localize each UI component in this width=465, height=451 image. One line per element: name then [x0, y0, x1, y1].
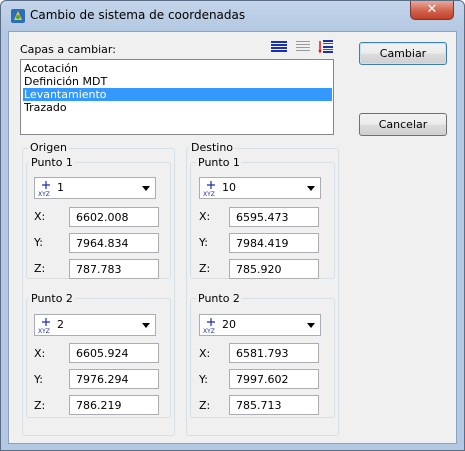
destino-punto1-z-field[interactable]: 785.920 [229, 259, 319, 279]
destino-punto1-x-field[interactable]: 6595.473 [229, 207, 319, 227]
destino-punto1-combo[interactable]: XYZ 10 [199, 177, 321, 199]
chevron-down-icon[interactable] [142, 323, 150, 328]
window-title: Cambio de sistema de coordenadas [30, 8, 246, 22]
close-icon: ✕ [426, 2, 438, 17]
origen-punto2-z-field[interactable]: 786.219 [69, 395, 159, 415]
chevron-down-icon[interactable] [307, 186, 315, 191]
dialog-client: Capas a cambiar: Acotación Definición MD… [8, 31, 457, 444]
list-item[interactable]: Definición MDT [23, 75, 332, 88]
origen-punto2-combo[interactable]: XYZ 2 [34, 314, 156, 336]
destino-punto2-x-field[interactable]: 6581.793 [229, 343, 319, 363]
y-label: Y: [199, 236, 208, 249]
point-number: 1 [57, 181, 64, 194]
origen-punto1-label: Punto 1 [29, 156, 75, 169]
x-label: X: [34, 347, 46, 360]
z-label: Z: [199, 262, 211, 275]
destino-punto1-y-field[interactable]: 7984.419 [229, 233, 319, 253]
close-button[interactable]: ✕ [410, 1, 454, 20]
destino-label: Destino [189, 141, 236, 154]
list-item-selected[interactable]: Levantamiento [23, 88, 332, 101]
x-label: X: [199, 347, 211, 360]
dialog-window: Cambio de sistema de coordenadas ✕ Capas… [0, 0, 465, 451]
svg-text:XYZ: XYZ [38, 328, 50, 334]
list-item[interactable]: Acotación [23, 62, 332, 75]
origen-label: Origen [28, 141, 69, 154]
destino-punto2-z-field[interactable]: 785.713 [229, 395, 319, 415]
origen-punto1-z-field[interactable]: 787.783 [69, 259, 159, 279]
layers-listbox[interactable]: Acotación Definición MDT Levantamiento T… [20, 59, 334, 135]
xyz-point-icon: XYZ [203, 318, 215, 334]
destino-punto2-y-field[interactable]: 7997.602 [229, 369, 319, 389]
select-none-icon[interactable] [295, 40, 311, 54]
x-label: X: [199, 210, 211, 223]
y-label: Y: [34, 373, 43, 386]
app-icon [11, 9, 25, 23]
origen-punto1-y-field[interactable]: 7964.834 [69, 233, 159, 253]
destino-punto2-label: Punto 2 [196, 292, 242, 305]
destino-punto2-combo[interactable]: XYZ 20 [199, 314, 321, 336]
xyz-point-icon: XYZ [203, 181, 215, 197]
layers-label: Capas a cambiar: [20, 43, 116, 56]
svg-text:XYZ: XYZ [203, 328, 215, 334]
xyz-point-icon: XYZ [38, 181, 50, 197]
z-label: Z: [34, 399, 46, 412]
svg-text:XYZ: XYZ [203, 191, 215, 197]
point-number: 10 [222, 181, 236, 194]
select-all-icon[interactable] [270, 40, 288, 54]
xyz-point-icon: XYZ [38, 318, 50, 334]
svg-text:XYZ: XYZ [38, 191, 50, 197]
origen-punto2-label: Punto 2 [29, 292, 75, 305]
chevron-down-icon[interactable] [142, 186, 150, 191]
cambiar-button[interactable]: Cambiar [359, 42, 447, 65]
chevron-down-icon[interactable] [307, 323, 315, 328]
origen-punto1-combo[interactable]: XYZ 1 [34, 177, 156, 199]
z-label: Z: [199, 399, 211, 412]
origen-punto2-x-field[interactable]: 6605.924 [69, 343, 159, 363]
point-number: 2 [57, 318, 64, 331]
y-label: Y: [199, 373, 208, 386]
point-number: 20 [222, 318, 236, 331]
y-label: Y: [34, 236, 43, 249]
destino-punto1-label: Punto 1 [196, 156, 242, 169]
z-label: Z: [34, 262, 46, 275]
origen-punto1-x-field[interactable]: 6602.008 [69, 207, 159, 227]
origen-punto2-y-field[interactable]: 7976.294 [69, 369, 159, 389]
invert-selection-icon[interactable] [318, 39, 334, 55]
title-bar[interactable]: Cambio de sistema de coordenadas ✕ [1, 1, 464, 31]
x-label: X: [34, 210, 46, 223]
cancelar-button[interactable]: Cancelar [359, 113, 447, 136]
list-item[interactable]: Trazado [23, 101, 332, 114]
